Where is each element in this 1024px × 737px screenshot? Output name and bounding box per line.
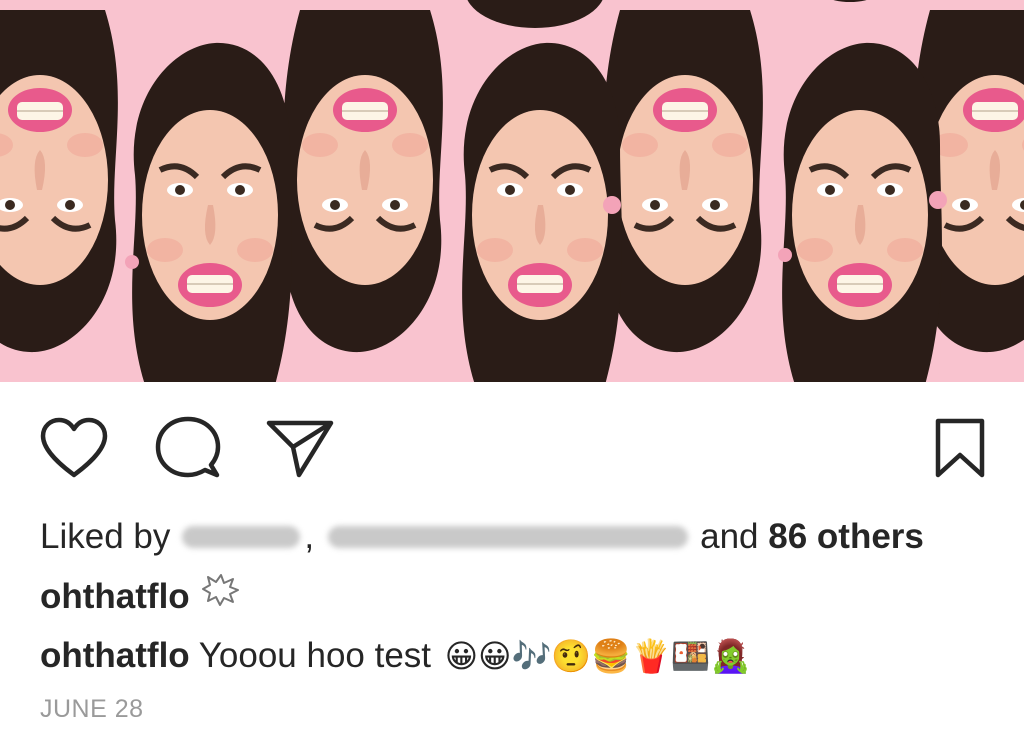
save-button[interactable] <box>924 412 996 484</box>
likes-summary: Liked by, and 86 others <box>40 515 924 559</box>
liked-by-label: Liked by <box>40 517 171 556</box>
face-collage-art <box>0 0 1024 382</box>
comment-bubble-icon <box>155 416 221 478</box>
post-image[interactable] <box>0 0 1024 382</box>
post-date[interactable]: JUNE 28 <box>40 693 144 725</box>
heart-icon <box>40 417 108 478</box>
comment-emojis: 😀😀🎶🤨🍔🍟🍱🧟‍♀️ <box>444 637 751 675</box>
post-action-bar <box>0 412 1024 484</box>
likes-others-link[interactable]: 86 others <box>768 517 924 556</box>
caption-username-link[interactable]: ohthatflo <box>40 577 190 616</box>
paper-plane-icon <box>266 420 334 478</box>
likes-and-label: and <box>700 517 759 556</box>
blurred-username-link[interactable] <box>182 525 301 548</box>
comment-text: Yooou hoo test <box>198 636 432 675</box>
blurred-username-link[interactable] <box>328 525 689 548</box>
like-button[interactable] <box>38 412 110 484</box>
burst-outline-icon <box>200 573 240 618</box>
share-button[interactable] <box>264 412 336 484</box>
post-caption: ohthatflo <box>40 573 240 619</box>
comment-username-link[interactable]: ohthatflo <box>40 636 190 675</box>
likes-comma: , <box>304 517 315 556</box>
comment-button[interactable] <box>152 412 224 484</box>
bookmark-icon <box>935 418 985 478</box>
comment-row: ohthatflo Yooou hoo test 😀😀🎶🤨🍔🍟🍱🧟‍♀️ <box>40 634 751 678</box>
